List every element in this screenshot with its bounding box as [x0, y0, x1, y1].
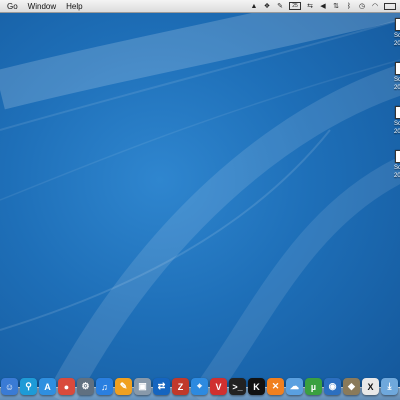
menu-help[interactable]: Help	[66, 2, 82, 11]
bluetooth-icon[interactable]: ᛒ	[345, 2, 353, 10]
dock-items: ☺ ⚲ A ● ⚙ ♫ ✎ ▣ ⇄ Z ⌖ V >_ K ✕ ☁ µ ◉ ◆ X ⤓	[1, 378, 398, 395]
chrome-icon[interactable]: ●	[58, 378, 75, 395]
file-label: Sc	[394, 121, 400, 127]
visual-studio-code-icon[interactable]: V	[210, 378, 227, 395]
file-label-line2: 20	[394, 173, 400, 179]
preview-icon[interactable]: ▣	[134, 378, 151, 395]
cloud-icon[interactable]: ☁	[286, 378, 303, 395]
file-label: Sc	[394, 165, 400, 171]
wifi-icon[interactable]: ◠	[371, 2, 379, 10]
finder-icon[interactable]: ☺	[1, 378, 18, 395]
file-label-line2: 20	[394, 41, 400, 47]
file-label: Sc	[394, 33, 400, 39]
desktop-file-screenshot[interactable]: Sc 20	[386, 62, 400, 91]
desktop-file-screenshot[interactable]: Sc 20	[386, 106, 400, 135]
menu-window[interactable]: Window	[28, 2, 56, 11]
volume-icon[interactable]: ◀	[319, 2, 327, 10]
itunes-icon[interactable]: ♫	[96, 378, 113, 395]
file-thumbnail	[395, 62, 400, 75]
dropbox-icon[interactable]: ❖	[263, 2, 271, 10]
menu-bar: Go Window Help ▲ ❖ ✎ 25 ⇆ ◀ ⇅ ᛒ ◷ ◠	[0, 0, 400, 13]
network-icon[interactable]: ⇅	[332, 2, 340, 10]
desktop: Sc 20 Sc 20 Sc 20 Sc 20	[0, 0, 400, 400]
utorrent-icon[interactable]: µ	[305, 378, 322, 395]
sync-icon[interactable]: ⇆	[306, 2, 314, 10]
migration-icon[interactable]: ◉	[324, 378, 341, 395]
file-thumbnail	[395, 18, 400, 31]
pages-icon[interactable]: ✎	[115, 378, 132, 395]
battery-icon[interactable]	[384, 2, 396, 10]
system-preferences-icon[interactable]: ⚙	[77, 378, 94, 395]
file-thumbnail	[395, 150, 400, 163]
desktop-file-screenshot[interactable]: Sc 20	[386, 18, 400, 47]
battery-25-icon[interactable]: 25	[289, 2, 301, 10]
menu-go[interactable]: Go	[7, 2, 18, 11]
desktop-file-screenshot[interactable]: Sc 20	[386, 150, 400, 179]
google-drive-icon[interactable]: ▲	[250, 2, 258, 10]
dock: ☺ ⚲ A ● ⚙ ♫ ✎ ▣ ⇄ Z ⌖ V >_ K ✕ ☁ µ ◉ ◆ X ⤓	[0, 370, 400, 400]
time-machine-icon[interactable]: ◷	[358, 2, 366, 10]
x11-icon[interactable]: X	[362, 378, 379, 395]
gimp-icon[interactable]: ◆	[343, 378, 360, 395]
filezilla-icon[interactable]: Z	[172, 378, 189, 395]
terminal-icon[interactable]: >_	[229, 378, 246, 395]
safari-icon[interactable]: ⌖	[191, 378, 208, 395]
kodi-icon[interactable]: K	[248, 378, 265, 395]
launchpad-icon[interactable]: ⚲	[20, 378, 37, 395]
teamviewer-icon[interactable]: ⇄	[153, 378, 170, 395]
file-label-line2: 20	[394, 85, 400, 91]
file-thumbnail	[395, 106, 400, 119]
file-label: Sc	[394, 77, 400, 83]
file-label-line2: 20	[394, 129, 400, 135]
evernote-icon[interactable]: ✎	[276, 2, 284, 10]
xampp-icon[interactable]: ✕	[267, 378, 284, 395]
wallpaper-waves	[0, 0, 400, 400]
app-store-icon[interactable]: A	[39, 378, 56, 395]
downloads-folder-icon[interactable]: ⤓	[381, 378, 398, 395]
